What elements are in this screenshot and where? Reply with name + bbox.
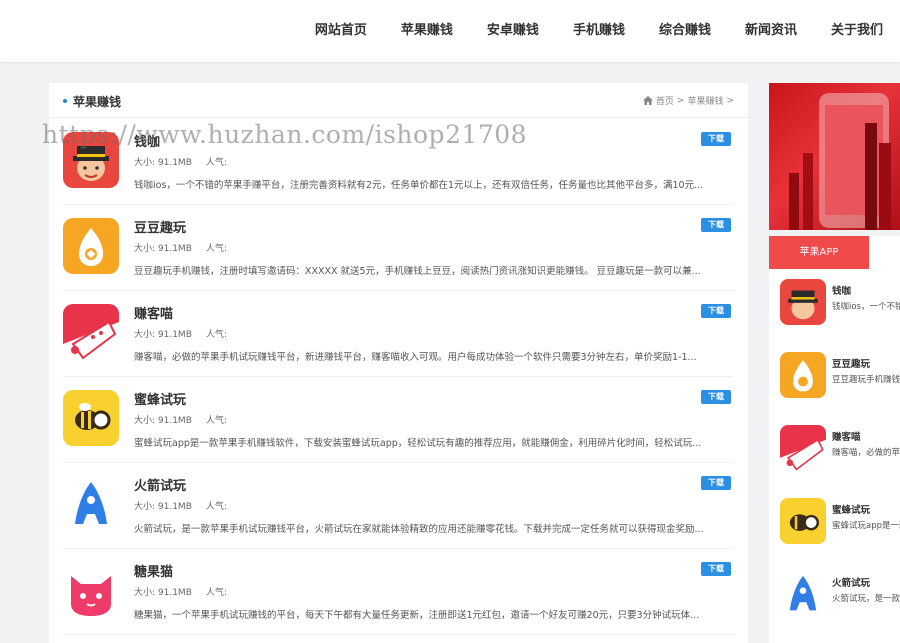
sidebar-item-name[interactable]: 赚客喵	[832, 429, 861, 443]
nav-home[interactable]: 网站首页	[298, 0, 384, 62]
app-list-item[interactable]: 糖果猫 大小: 91.1MB 人气: 糖果猫，一个苹果手机试玩赚钱的平台，每天下午…	[63, 548, 734, 635]
main-nav: 网站首页 苹果赚钱 安卓赚钱 手机赚钱 综合赚钱 新闻资讯 关于我们	[298, 0, 900, 62]
bullet-dot	[63, 98, 67, 103]
app-meta: 大小: 91.1MB 人气:	[134, 502, 227, 512]
top-navbar: 网站首页 苹果赚钱 安卓赚钱 手机赚钱 综合赚钱 新闻资讯 关于我们	[0, 0, 900, 62]
app-name[interactable]: 赚客喵	[134, 303, 173, 322]
app-name[interactable]: 蜜蜂试玩	[134, 389, 186, 408]
sidebar-item-desc: 蜜蜂试玩app是一款	[832, 521, 900, 531]
sidebar-item[interactable]: 钱咖 钱咖ios，一个不错	[780, 269, 900, 342]
tab-apple-app[interactable]: 苹果APP	[769, 236, 869, 269]
sidebar-item-name[interactable]: 火箭试玩	[832, 575, 870, 589]
app-desc: 赚客喵，必做的苹果手机试玩赚钱平台，新进赚钱平台，赚客喵收入可观。用户每成功体验…	[134, 352, 697, 363]
breadcrumb-sep: >	[676, 95, 685, 106]
breadcrumb-sep: >	[726, 95, 734, 106]
tangguomao-icon[interactable]	[63, 562, 119, 618]
app-meta: 大小: 91.1MB 人气:	[134, 158, 227, 168]
sidebar-list: 钱咖 钱咖ios，一个不错 豆豆趣玩 豆豆趣玩手机赚钱 赚客喵 赚客喵，必做的苹…	[769, 269, 900, 643]
main-panel: 苹果赚钱 首页 > 苹果赚钱 > 钱咖 大小: 91.1MB 人气: 钱咖ios，…	[49, 83, 748, 643]
app-desc: 火箭试玩，是一款苹果手机试玩赚钱平台，火箭试玩在家就能体验精致的应用还能赚零花钱…	[134, 524, 704, 535]
sidebar-item-desc: 火箭试玩，是一款	[832, 594, 900, 604]
sidebar: 苹果APP 钱咖 钱咖ios，一个不错 豆豆趣玩 豆豆趣玩手机赚钱 赚客喵 赚客…	[769, 83, 900, 643]
zhuankemiao-icon[interactable]	[63, 304, 119, 360]
sidebar-item[interactable]: 火箭试玩 火箭试玩，是一款	[780, 561, 900, 634]
download-button[interactable]: 下载	[701, 304, 731, 318]
sidebar-tabs: 苹果APP	[769, 236, 900, 269]
app-desc: 蜜蜂试玩app是一款苹果手机赚钱软件，下载安装蜜蜂试玩app，轻松试玩有趣的推荐…	[134, 438, 702, 449]
qianka-icon[interactable]	[780, 279, 826, 325]
app-meta: 大小: 91.1MB 人气:	[134, 588, 227, 598]
mifeng-icon[interactable]	[780, 498, 826, 544]
banner-image[interactable]	[769, 83, 900, 230]
qianka-icon[interactable]	[63, 132, 119, 188]
app-desc: 钱咖ios，一个不错的苹果手赚平台，注册完善资料就有2元，任务单价都在1元以上，…	[134, 180, 704, 191]
doudou-icon[interactable]	[780, 352, 826, 398]
app-name[interactable]: 豆豆趣玩	[134, 217, 186, 236]
app-meta: 大小: 91.1MB 人气:	[134, 330, 227, 340]
app-name[interactable]: 火箭试玩	[134, 475, 186, 494]
doudou-icon[interactable]	[63, 218, 119, 274]
download-button[interactable]: 下载	[701, 390, 731, 404]
mifeng-icon[interactable]	[63, 390, 119, 446]
zhuankemiao-icon[interactable]	[780, 425, 826, 471]
huojian-icon[interactable]	[63, 476, 119, 532]
app-list-item[interactable]: 豆豆趣玩 大小: 91.1MB 人气: 豆豆趣玩手机赚钱，注册时填写邀请码：XXX…	[63, 204, 734, 291]
sidebar-item[interactable]: 豆豆趣玩 豆豆趣玩手机赚钱	[780, 342, 900, 415]
nav-general[interactable]: 综合赚钱	[642, 0, 728, 62]
section-title: 苹果赚钱	[63, 93, 121, 110]
nav-apple[interactable]: 苹果赚钱	[384, 0, 470, 62]
nav-news[interactable]: 新闻资讯	[728, 0, 814, 62]
app-list-item[interactable]: 赚客喵 大小: 91.1MB 人气: 赚客喵，必做的苹果手机试玩赚钱平台，新进赚钱…	[63, 290, 734, 377]
nav-mobile[interactable]: 手机赚钱	[556, 0, 642, 62]
app-meta: 大小: 91.1MB 人气:	[134, 244, 227, 254]
huojian-icon[interactable]	[780, 571, 826, 617]
app-meta: 大小: 91.1MB 人气:	[134, 416, 227, 426]
download-button[interactable]: 下载	[701, 218, 731, 232]
download-button[interactable]: 下载	[701, 562, 731, 576]
app-list-item[interactable]: 蜜蜂试玩 大小: 91.1MB 人气: 蜜蜂试玩app是一款苹果手机赚钱软件，下载…	[63, 376, 734, 463]
sidebar-item-desc: 豆豆趣玩手机赚钱	[832, 375, 900, 385]
breadcrumb-current[interactable]: 苹果赚钱	[687, 94, 723, 107]
download-button[interactable]: 下载	[701, 476, 731, 490]
sidebar-item-name[interactable]: 豆豆趣玩	[832, 356, 870, 370]
sidebar-item-desc: 赚客喵，必做的苹	[832, 448, 900, 458]
phone-banner-art	[789, 93, 891, 230]
sidebar-item[interactable]: 蜜蜂试玩 蜜蜂试玩app是一款	[780, 488, 900, 561]
download-button[interactable]: 下载	[701, 132, 731, 146]
app-desc: 糖果猫，一个苹果手机试玩赚钱的平台，每天下午都有大量任务更新，注册即送1元红包，…	[134, 610, 700, 621]
app-list-item[interactable]: 钱咖 大小: 91.1MB 人气: 钱咖ios，一个不错的苹果手赚平台，注册完善资…	[63, 118, 734, 205]
app-desc: 豆豆趣玩手机赚钱，注册时填写邀请码：XXXXX 就送5元，手机赚钱上豆豆，阅读热…	[134, 266, 701, 277]
home-icon	[642, 96, 653, 105]
sidebar-item-name[interactable]: 钱咖	[832, 283, 851, 297]
app-name[interactable]: 糖果猫	[134, 561, 173, 580]
app-name[interactable]: 钱咖	[134, 131, 160, 150]
sidebar-item-desc: 钱咖ios，一个不错	[832, 302, 900, 312]
sidebar-item-name[interactable]: 蜜蜂试玩	[832, 502, 870, 516]
breadcrumb: 首页 > 苹果赚钱 >	[642, 94, 734, 107]
app-list-item[interactable]: 火箭试玩 大小: 91.1MB 人气: 火箭试玩，是一款苹果手机试玩赚钱平台，火箭…	[63, 462, 734, 549]
sidebar-item[interactable]: 赚客喵 赚客喵，必做的苹	[780, 415, 900, 488]
nav-android[interactable]: 安卓赚钱	[470, 0, 556, 62]
section-header: 苹果赚钱 首页 > 苹果赚钱 >	[49, 83, 748, 118]
nav-about[interactable]: 关于我们	[814, 0, 900, 62]
breadcrumb-home[interactable]: 首页	[656, 94, 674, 107]
